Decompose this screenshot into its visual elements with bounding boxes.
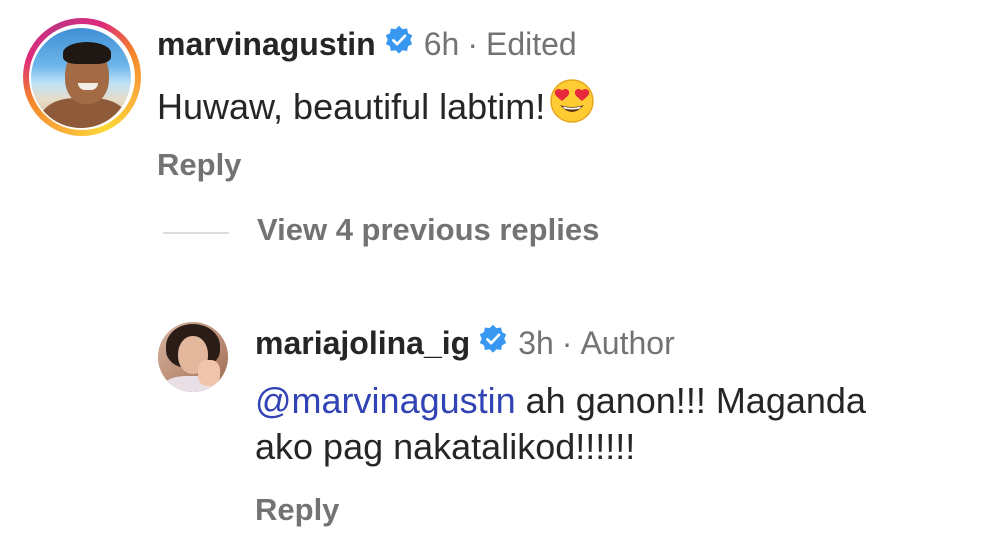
edited-label: Edited bbox=[485, 25, 577, 62]
view-previous-replies-button[interactable]: View 4 previous replies bbox=[257, 212, 599, 248]
reply-button[interactable]: Reply bbox=[255, 492, 339, 528]
avatar[interactable] bbox=[158, 322, 228, 392]
comment-header: marvinagustin 6h · Edited bbox=[157, 22, 577, 66]
verified-badge-icon bbox=[384, 25, 414, 63]
timestamp: 6h bbox=[423, 25, 460, 62]
mention-link[interactable]: @marvinagustin bbox=[255, 380, 516, 421]
separator: · bbox=[561, 324, 573, 361]
verified-badge-icon bbox=[478, 324, 508, 362]
avatar[interactable] bbox=[31, 28, 131, 128]
reply-body: @marvinagustin ah ganon!!! Maganda ako p… bbox=[255, 378, 866, 470]
reply-button[interactable]: Reply bbox=[157, 147, 241, 183]
comment-meta: 3h · Author bbox=[518, 325, 675, 362]
comment-meta: 6h · Edited bbox=[424, 26, 577, 63]
username[interactable]: marvinagustin bbox=[157, 26, 376, 63]
timestamp: 3h bbox=[518, 324, 554, 361]
heart-eyes-emoji-icon bbox=[549, 78, 595, 135]
comment-text: Huwaw, beautiful labtim! bbox=[157, 85, 546, 127]
author-label: Author bbox=[580, 324, 675, 361]
replies-divider bbox=[163, 232, 229, 234]
reply-text-line-1: @marvinagustin ah ganon!!! Maganda bbox=[255, 378, 866, 424]
comment-thread: marvinagustin 6h · Edited Huwaw, beautiful… bbox=[0, 0, 1008, 548]
reply-header: mariajolina_ig 3h · Author bbox=[255, 322, 675, 364]
comment-body: Huwaw, beautiful labtim! bbox=[157, 78, 595, 135]
reply-text: ah ganon!!! Maganda bbox=[515, 380, 866, 421]
username[interactable]: mariajolina_ig bbox=[255, 325, 470, 362]
separator: · bbox=[467, 25, 478, 62]
reply-text-line-2: ako pag nakatalikod!!!!!! bbox=[255, 426, 636, 467]
